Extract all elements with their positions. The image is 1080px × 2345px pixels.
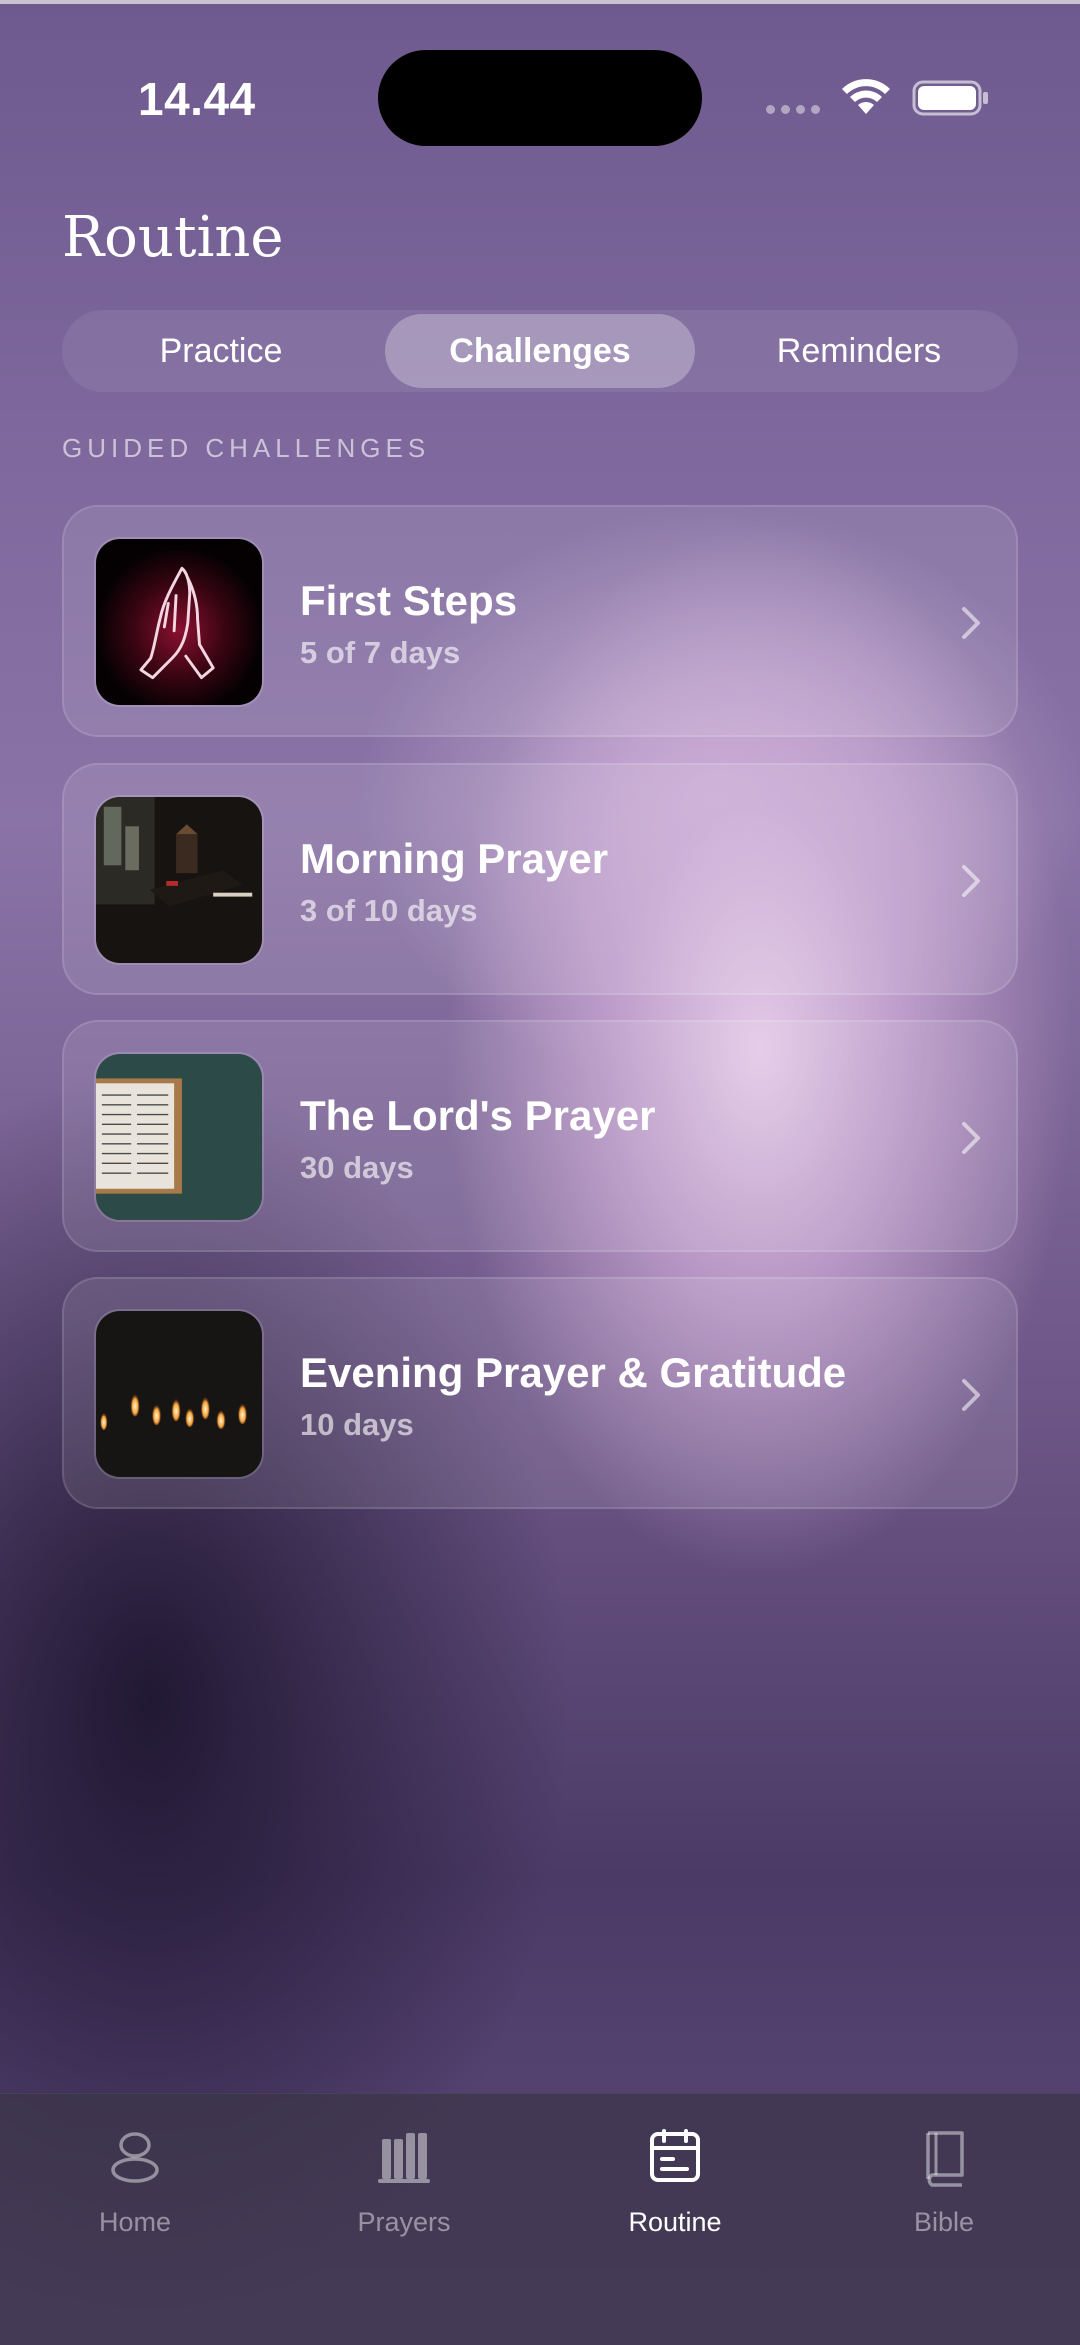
- challenge-progress: 10 days: [300, 1407, 414, 1442]
- dynamic-island: [378, 50, 702, 146]
- tabbar-label: Routine: [628, 2207, 722, 2237]
- tab-practice-label: Practice: [159, 331, 283, 370]
- challenge-title: The Lord's Prayer: [300, 1092, 656, 1139]
- tab-challenges-label: Challenges: [449, 331, 631, 370]
- praying-hands-image: [96, 539, 262, 705]
- tabbar-label: Bible: [913, 2207, 975, 2237]
- home-icon: [111, 2132, 159, 2183]
- challenge-progress: 3 of 10 days: [300, 893, 478, 928]
- wifi-icon: [842, 79, 890, 114]
- chevron-right-icon: [962, 1379, 980, 1411]
- challenge-progress: 30 days: [300, 1150, 414, 1185]
- challenge-card-evening-prayer[interactable]: Evening Prayer & Gratitude 10 days: [62, 1277, 1018, 1509]
- challenge-thumbnail: [94, 795, 264, 965]
- challenge-title: First Steps: [300, 577, 518, 624]
- tab-challenges[interactable]: Challenges: [385, 314, 695, 388]
- open-bible-image: [96, 1054, 262, 1220]
- bible-icon: [926, 2131, 964, 2187]
- segmented-control: Practice Challenges Reminders: [62, 310, 1018, 392]
- status-time: 14.44: [138, 73, 256, 125]
- tabbar-item-prayers[interactable]: Prayers: [304, 2125, 504, 2238]
- challenge-progress: 5 of 7 days: [300, 635, 461, 670]
- section-heading: GUIDED CHALLENGES: [62, 433, 431, 463]
- bible-on-table-image: [96, 797, 262, 963]
- tabbar-item-routine[interactable]: Routine: [575, 2125, 775, 2238]
- challenge-thumbnail: [94, 1052, 264, 1222]
- tabbar-item-bible[interactable]: Bible: [844, 2125, 1044, 2238]
- tab-reminders[interactable]: Reminders: [704, 314, 1014, 388]
- tabbar-label: Prayers: [357, 2207, 451, 2237]
- chevron-right-icon: [962, 865, 980, 897]
- prayers-icon: [378, 2133, 430, 2183]
- challenge-card-morning-prayer[interactable]: Morning Prayer 3 of 10 days: [62, 763, 1018, 995]
- tab-reminders-label: Reminders: [776, 331, 942, 370]
- challenge-thumbnail: [94, 537, 264, 707]
- tabbar-label: Home: [98, 2207, 172, 2237]
- challenge-thumbnail: [94, 1309, 264, 1479]
- chevron-right-icon: [962, 607, 980, 639]
- battery-icon: [912, 80, 988, 116]
- cellular-signal-icon: [766, 105, 820, 114]
- tab-practice[interactable]: Practice: [66, 314, 376, 388]
- top-edge: [0, 0, 1080, 4]
- candles-image: [96, 1311, 262, 1477]
- chevron-right-icon: [962, 1122, 980, 1154]
- tabbar-item-home[interactable]: Home: [35, 2125, 235, 2238]
- routine-icon: [650, 2129, 700, 2182]
- page-title: Routine: [62, 205, 284, 270]
- challenge-title: Morning Prayer: [300, 835, 609, 882]
- challenge-title: Evening Prayer & Gratitude: [300, 1349, 847, 1396]
- challenge-card-lords-prayer[interactable]: The Lord's Prayer 30 days: [62, 1020, 1018, 1252]
- challenge-card-first-steps[interactable]: First Steps 5 of 7 days: [62, 505, 1018, 737]
